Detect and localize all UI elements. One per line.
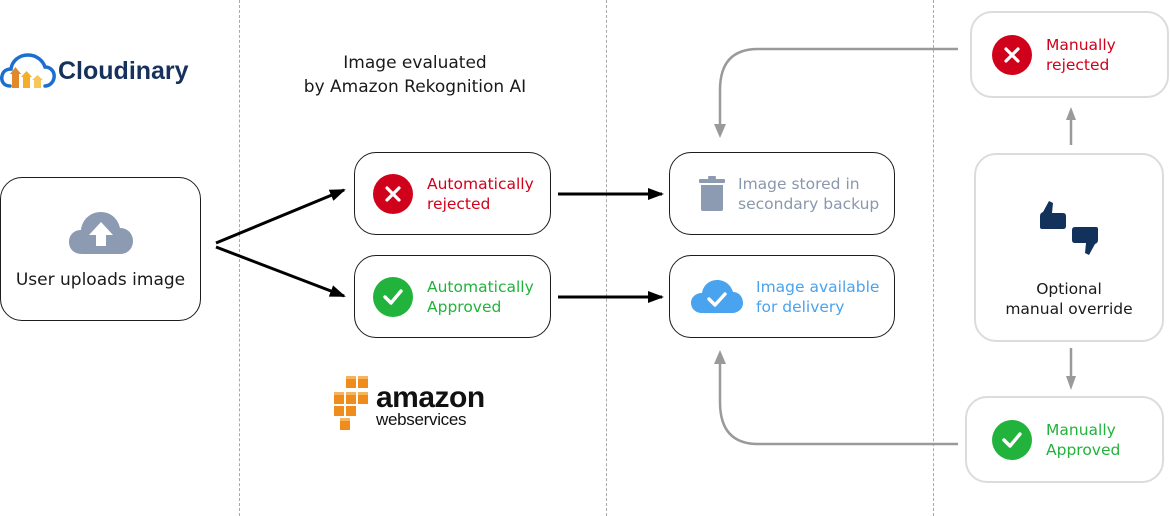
arrow-upload-to-rejected xyxy=(215,188,346,245)
node-auto-rejected-line1: Automatically xyxy=(427,174,534,193)
node-delivery-line2: for delivery xyxy=(756,297,845,316)
arrow-manual-rejected-to-backup xyxy=(718,47,958,130)
node-auto-approved-line1: Automatically xyxy=(427,277,534,296)
trash-icon xyxy=(699,175,725,211)
node-override-line2: manual override xyxy=(1005,300,1133,318)
node-manual-override: Optional manual override xyxy=(974,153,1164,342)
arrowhead-up xyxy=(714,350,726,364)
aws-wordmark-amazon: amazon xyxy=(376,380,485,414)
aws-logo: amazon webservices xyxy=(332,376,485,434)
node-auto-approved: Automatically Approved xyxy=(354,255,551,338)
node-manual-approved-line1: Manually xyxy=(1046,420,1116,439)
node-auto-rejected: Automatically rejected xyxy=(354,152,551,235)
node-user-upload: User uploads image xyxy=(0,177,201,321)
node-user-upload-label: User uploads image xyxy=(15,270,186,290)
arrowhead-up xyxy=(1066,107,1076,120)
check-circle-icon xyxy=(992,419,1032,460)
cloud-upload-icon xyxy=(68,212,133,254)
node-backup: Image stored in secondary backup xyxy=(669,152,895,235)
aws-cubes-icon xyxy=(334,376,368,430)
node-delivery: Image available for delivery xyxy=(669,255,895,338)
node-manual-rejected: Manually rejected xyxy=(970,11,1169,98)
node-auto-rejected-line2: rejected xyxy=(427,194,491,213)
arrowhead-down xyxy=(714,124,726,138)
node-manual-rejected-line1: Manually xyxy=(1046,35,1116,54)
cloud-check-icon xyxy=(691,279,743,313)
node-manual-rejected-line2: rejected xyxy=(1046,55,1110,74)
x-circle-icon xyxy=(992,34,1032,75)
check-circle-icon xyxy=(373,276,413,317)
node-backup-line1: Image stored in xyxy=(738,174,860,193)
x-circle-icon xyxy=(373,173,413,214)
node-manual-approved-line2: Approved xyxy=(1046,440,1121,459)
arrowhead-down xyxy=(1066,376,1076,390)
node-delivery-line1: Image available xyxy=(756,277,880,296)
node-manual-approved: Manually Approved xyxy=(965,396,1164,483)
arrow-manual-approved-to-delivery xyxy=(718,362,958,446)
node-override-line1: Optional xyxy=(1036,280,1102,298)
node-backup-line2: secondary backup xyxy=(738,194,880,213)
thumbs-up-down-icon xyxy=(1040,201,1098,255)
node-auto-approved-line2: Approved xyxy=(427,297,502,316)
arrow-upload-to-approved xyxy=(215,245,346,298)
